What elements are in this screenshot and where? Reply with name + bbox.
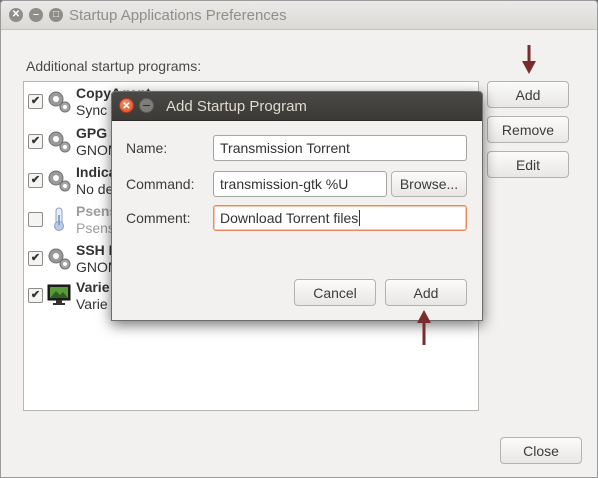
program-description: Psens [76,220,115,236]
annotation-arrow-up-icon [417,310,431,345]
window-title: Startup Applications Preferences [69,7,287,24]
gear-icon [48,131,71,153]
gear-icon [48,248,71,270]
comment-field[interactable]: Download Torrent files [213,205,467,231]
enable-checkbox[interactable]: ✔ [28,173,43,188]
name-label: Name: [126,140,168,156]
program-name: GPG I [76,125,115,141]
add-startup-program-dialog: ✕ Add Startup Program Name: Transmission… [111,91,483,321]
dialog-minimize-icon[interactable] [139,98,154,113]
edit-button[interactable]: Edit [487,151,569,178]
window-maximize-icon[interactable]: □ [49,8,63,22]
program-description: No de [76,181,114,197]
gear-icon [48,91,71,113]
name-field[interactable]: Transmission Torrent [213,135,467,161]
wallpaper-monitor-icon [47,284,71,305]
enable-checkbox[interactable] [28,212,43,227]
comment-field-value: Download Torrent files [220,210,359,226]
remove-button[interactable]: Remove [487,116,569,143]
command-field-value: transmission-gtk %U [220,176,349,192]
dialog-close-icon[interactable]: ✕ [119,98,134,113]
dialog-add-button[interactable]: Add [385,279,467,306]
dialog-titlebar: ✕ Add Startup Program [112,92,482,121]
annotation-arrow-down-icon [522,45,536,74]
command-label: Command: [126,176,195,192]
program-description: Sync f [76,102,115,118]
text-caret [359,210,361,226]
program-name: SSH I [76,242,113,258]
program-name: Varie [76,279,110,295]
comment-label: Comment: [126,210,191,226]
name-field-value: Transmission Torrent [220,140,350,156]
dialog-title: Add Startup Program [166,98,307,115]
program-description: Varie [76,296,108,312]
startup-programs-label: Additional startup programs: [26,58,202,74]
window-close-icon[interactable]: ✕ [9,8,23,22]
thermometer-icon [54,207,64,231]
browse-button[interactable]: Browse... [391,171,467,197]
add-button[interactable]: Add [487,81,569,108]
enable-checkbox[interactable]: ✔ [28,288,43,303]
gear-icon [48,170,71,192]
window-minimize-icon[interactable]: – [29,8,43,22]
enable-checkbox[interactable]: ✔ [28,134,43,149]
enable-checkbox[interactable]: ✔ [28,251,43,266]
close-button[interactable]: Close [500,437,582,464]
enable-checkbox[interactable]: ✔ [28,94,43,109]
command-field[interactable]: transmission-gtk %U [213,171,387,197]
window-titlebar: ✕ – □ Startup Applications Preferences [1,1,597,30]
cancel-button[interactable]: Cancel [294,279,376,306]
